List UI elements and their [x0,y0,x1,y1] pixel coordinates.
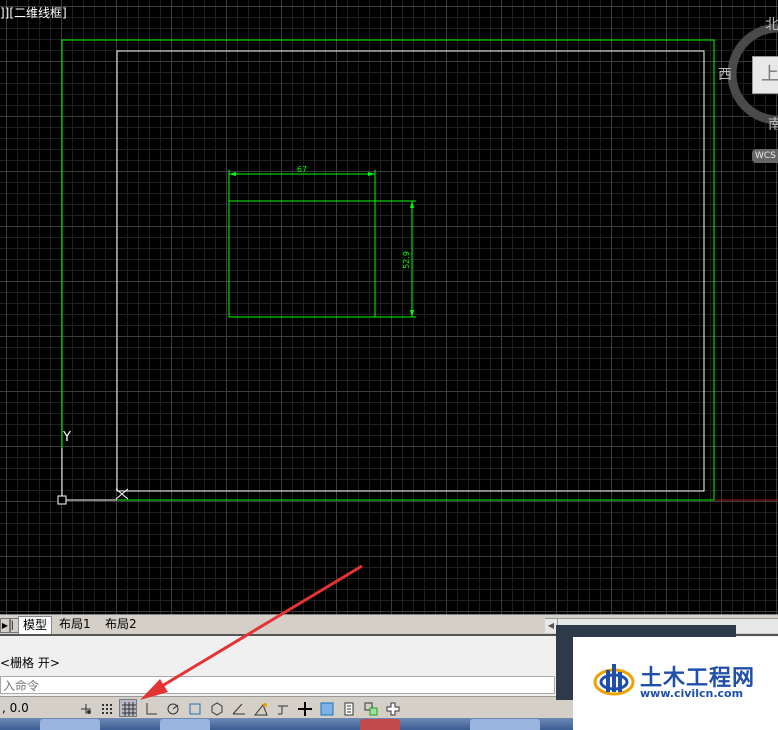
grid-display-button[interactable] [119,699,137,717]
otrack-button[interactable] [229,699,247,717]
dim-arrow-left [229,172,236,176]
sheet-rect [116,50,705,492]
drawing-canvas[interactable]: 67 52.9 [0,0,778,614]
tab-layout2[interactable]: 布局2 [101,616,141,633]
qp-icon [344,702,354,716]
3d-osnap-button[interactable] [207,699,225,717]
dim-arrow-right [368,172,375,176]
inner-rectangle [228,200,376,318]
civilcn-logo-icon [593,664,635,696]
crosshair-icon [298,702,312,716]
3d-osnap-icon [211,702,223,716]
watermark-url: www.civilcn.com [640,687,744,700]
dim-arrow-top [410,201,414,208]
command-input[interactable]: 入命令 [0,676,555,694]
dyn-icon [278,705,288,715]
angle-icon [232,703,245,715]
transparency-button[interactable] [317,699,335,717]
plus-icon [386,702,400,716]
viewport-label[interactable]: ]][二维线框] [0,6,67,20]
taskbar-item[interactable] [470,719,540,730]
ortho-icon [146,703,157,715]
snap-icon [102,704,112,714]
ucs-y-label: Y [63,430,71,445]
polar-tracking-button[interactable] [163,699,181,717]
tab-model[interactable]: 模型 [18,616,53,634]
ducs-button[interactable] [251,699,269,717]
paper-boundary-rect [61,39,715,501]
tab-layout1[interactable]: 布局1 [55,616,95,633]
transparency-icon [320,702,334,716]
infer-constraints-button[interactable] [76,699,94,717]
polar-icon [167,703,179,715]
viewcube-south[interactable]: 南 [768,114,778,134]
quick-properties-button[interactable] [339,699,357,717]
tab-nav-last[interactable]: ▶ [0,618,10,633]
wcs-menu-button[interactable]: WCS [752,149,778,163]
cycle-icon [364,702,378,716]
taskbar-item[interactable] [160,719,210,730]
osnap-icon [189,703,201,715]
taskbar-item[interactable] [40,719,100,730]
viewcube-west[interactable]: 西 [718,64,732,84]
dynamic-input-button[interactable] [273,699,291,717]
grid-icon [122,702,136,716]
taskbar-item[interactable] [360,719,400,730]
viewcube-top-face[interactable]: 上 [752,56,778,94]
infer-icon [81,704,91,714]
viewcube-north[interactable]: 北 [765,14,778,34]
lineweight-button[interactable] [295,699,313,717]
dim-arrow-bottom [410,310,414,317]
selection-cycling-button[interactable] [361,699,379,717]
dim-text-horizontal: 67 [297,165,307,174]
command-history-line: <栅格 开> [0,656,60,670]
annotation-monitor-button[interactable] [383,699,401,717]
ducs-icon [253,703,268,716]
dim-text-vertical: 52.9 [402,251,411,269]
ucs-origin-box [57,495,67,505]
coordinate-readout: , 0.0 [2,701,29,715]
ortho-mode-button[interactable] [141,699,159,717]
snap-mode-button[interactable] [97,699,115,717]
object-snap-button[interactable] [185,699,203,717]
drawing-viewport[interactable]: 67 52.9 ]][二维线框] Y 北 西 南 上 WCS [0,0,778,614]
